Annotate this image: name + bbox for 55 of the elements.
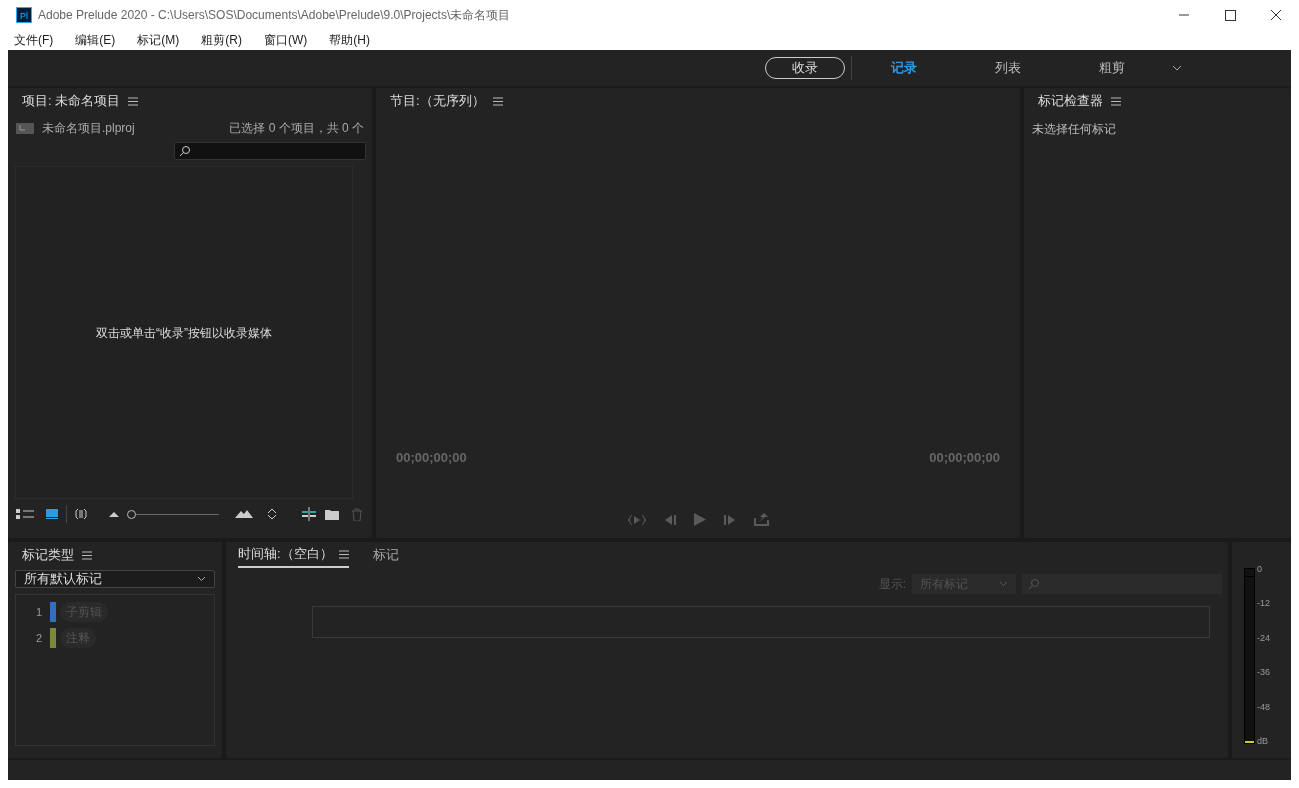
zoom-slider[interactable] [127,509,219,519]
menu-item[interactable]: 窗口(W) [260,31,312,49]
icon-view-icon[interactable] [46,509,58,519]
panel-tab[interactable]: 时间轴:（空白） [238,542,349,568]
project-file-name: 未命名项目.plproj [42,120,135,137]
timecode: 00;00;00;00 [396,448,467,467]
search-field[interactable] [1022,574,1222,594]
selection-info: 已选择 0 个项目，共 0 个 [229,120,364,137]
menu-icon[interactable] [128,96,139,106]
meter-scale-label: -36 [1257,667,1270,678]
large-mountain-icon [235,510,253,518]
meter-scale-label: 0 [1257,564,1263,574]
panel-tab[interactable]: 标记 [372,542,399,568]
freeform-view-icon[interactable] [75,508,87,520]
search-field[interactable] [174,142,366,160]
slider-thumb[interactable] [127,509,136,519]
search-icon [179,145,191,157]
menu-item[interactable]: 帮助(H) [325,31,374,49]
marker-filter-dropdown[interactable]: 所有默认标记 [15,570,215,588]
meter-scale-label: -24 [1257,632,1270,643]
meter-scale-label: -12 [1257,598,1270,609]
menu-item[interactable]: 文件(F) [10,31,58,49]
caret-icon [999,581,1008,587]
menu-icon[interactable] [492,96,503,106]
marker-number: 2 [36,630,44,646]
folder-icon[interactable] [325,508,339,520]
workspace-tab[interactable]: 列表 [956,58,1060,78]
panel-title: 标记类型 [22,546,74,565]
small-mountain-icon [109,511,119,517]
menu-item[interactable]: 编辑(E) [71,31,120,49]
timecode: 00;00;00;00 [929,448,1000,467]
panel-title: 节目:（无序列） [390,92,485,111]
meter-scale-label: -48 [1257,701,1270,712]
meter-scale-label: dB [1257,735,1269,746]
workspace-tab[interactable]: 记录 [852,58,956,78]
folder-icon [16,122,34,134]
menu-icon[interactable] [1111,96,1121,106]
list-view-icon[interactable] [16,509,34,519]
app-logo: Pl [16,7,32,23]
marker-number: 1 [36,604,44,620]
sort-icon[interactable] [267,508,277,520]
workspace-tab[interactable]: 粗剪 [1060,58,1164,78]
caret-icon [197,576,206,582]
status-message: 未选择任何标记 [1032,122,1116,136]
chevron-down-icon[interactable] [1172,65,1182,71]
menu-icon[interactable] [338,549,349,559]
panel-title: 项目: 未命名项目 [22,92,121,111]
search-icon [1028,578,1040,590]
menu-item[interactable]: 标记(M) [133,31,184,49]
menu-icon[interactable] [82,550,92,560]
window-title: Adobe Prelude 2020 - C:\Users\SOS\Documents\Adobe\Prelude\9.0\Projects\未命名项目 [38,7,511,24]
menu-item[interactable]: 粗剪(R) [197,31,246,49]
automate-icon[interactable] [301,507,317,521]
empty-message: 双击或单击“收录”按钮以收录媒体 [96,324,272,342]
panel-title: 标记检查器 [1038,92,1103,111]
